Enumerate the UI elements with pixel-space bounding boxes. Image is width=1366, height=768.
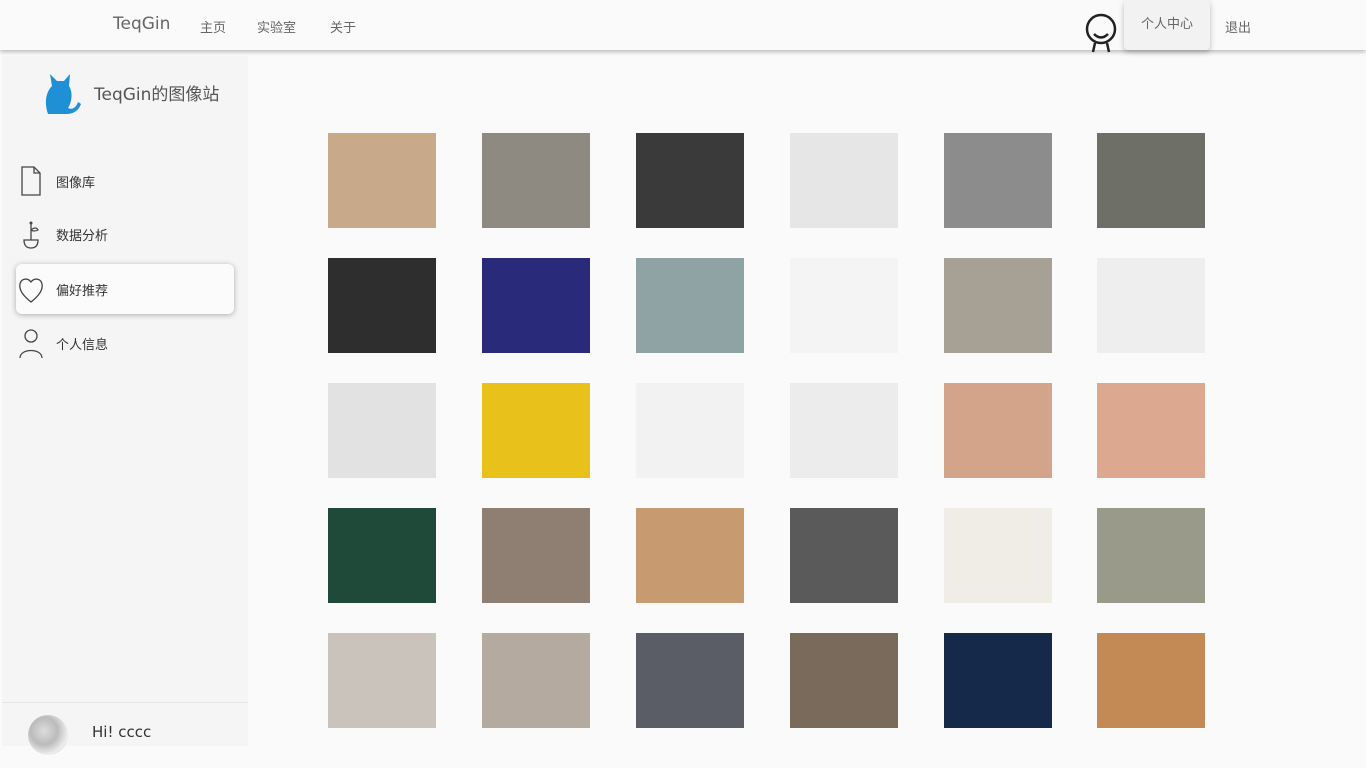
- gallery-image-black-lid-cup-yellow[interactable]: [482, 383, 590, 478]
- sidebar-item-analysis[interactable]: 数据分析: [16, 209, 234, 259]
- site-title: TeqGin的图像站: [94, 85, 220, 105]
- brand-logo-text[interactable]: TeqGin: [113, 14, 170, 34]
- nav-home-link[interactable]: 主页: [200, 17, 226, 36]
- gallery-image-gray-cat-peach[interactable]: [944, 383, 1052, 478]
- heart-icon: [18, 273, 44, 305]
- top-navbar: TeqGin 主页 实验室 关于 个人中心 退出: [0, 0, 1366, 53]
- gallery-image-cup-with-straw[interactable]: [790, 383, 898, 478]
- gallery-image-printed-cup-closeup[interactable]: [636, 383, 744, 478]
- person-icon: [18, 327, 44, 359]
- gallery-image-gray-cat-lying[interactable]: [790, 508, 898, 603]
- file-icon: [18, 165, 44, 197]
- nav-about-link[interactable]: 关于: [330, 17, 356, 36]
- gallery-image-gray-cat-window[interactable]: [790, 633, 898, 728]
- smiley-user-icon[interactable]: [1084, 10, 1118, 54]
- gallery-image-pink-paper-cups[interactable]: [944, 258, 1052, 353]
- gallery-image-cream-cat-sitting[interactable]: [944, 508, 1052, 603]
- avatar[interactable]: [28, 715, 68, 755]
- gallery-image-tabby-cat-green[interactable]: [328, 508, 436, 603]
- user-greeting: Hi! cccc: [92, 723, 152, 741]
- cat-logo-icon: [42, 72, 82, 114]
- sidebar: TeqGin的图像站 图像库 数据分析 偏好推荐 个人信息 Hi! cccc: [2, 56, 248, 755]
- sidebar-item-label: 图像库: [56, 176, 96, 191]
- user-center-button[interactable]: 个人中心: [1124, 0, 1210, 50]
- gallery-image-paper-cups-on-shelf[interactable]: [328, 133, 436, 228]
- sidebar-item-label: 个人信息: [56, 338, 109, 353]
- gallery-image-silver-tabby-blue[interactable]: [944, 633, 1052, 728]
- sidebar-item-recommend[interactable]: 偏好推荐: [16, 264, 234, 314]
- sidebar-item-profile[interactable]: 个人信息: [16, 318, 234, 368]
- gallery-image-white-cups-teal[interactable]: [636, 258, 744, 353]
- gallery-image-gray-cat-fluffy[interactable]: [636, 633, 744, 728]
- sidebar-item-gallery[interactable]: 图像库: [16, 156, 234, 206]
- gallery-image-orange-cat-closeup[interactable]: [636, 508, 744, 603]
- sidebar-item-label: 偏好推荐: [56, 284, 109, 299]
- sidebar-item-label: 数据分析: [56, 229, 109, 244]
- gallery-image-orange-white-cat[interactable]: [482, 508, 590, 603]
- gallery-image-kraft-cup-gray-bg[interactable]: [1097, 133, 1205, 228]
- sidebar-footer: Hi! cccc: [2, 702, 248, 755]
- gallery-image-cat-with-juice-box[interactable]: [1097, 633, 1205, 728]
- plant-icon: [18, 218, 44, 250]
- gallery-image-printed-cups-mockup-dark[interactable]: [636, 133, 744, 228]
- gallery-image-orange-cat-peek[interactable]: [482, 633, 590, 728]
- gallery-image-colorful-cups-row[interactable]: [790, 258, 898, 353]
- gallery-image-white-cup-logo[interactable]: [328, 383, 436, 478]
- gallery-image-white-gray-cat[interactable]: [1097, 508, 1205, 603]
- nav-lab-link[interactable]: 实验室: [257, 17, 296, 36]
- gallery-image-stacked-white-cups-gray[interactable]: [944, 133, 1052, 228]
- gallery-image-cup-template-blue[interactable]: [482, 258, 590, 353]
- gallery-image-red-pattern-cups[interactable]: [1097, 258, 1205, 353]
- gallery-image-cup-template-dark[interactable]: [328, 258, 436, 353]
- gallery-image-orange-cat-lying[interactable]: [328, 633, 436, 728]
- gallery-image-kraft-paper-cup[interactable]: [482, 133, 590, 228]
- gallery-image-white-cups-lying[interactable]: [790, 133, 898, 228]
- logout-link[interactable]: 退出: [1225, 17, 1251, 36]
- gallery-image-gray-cat-standing[interactable]: [1097, 383, 1205, 478]
